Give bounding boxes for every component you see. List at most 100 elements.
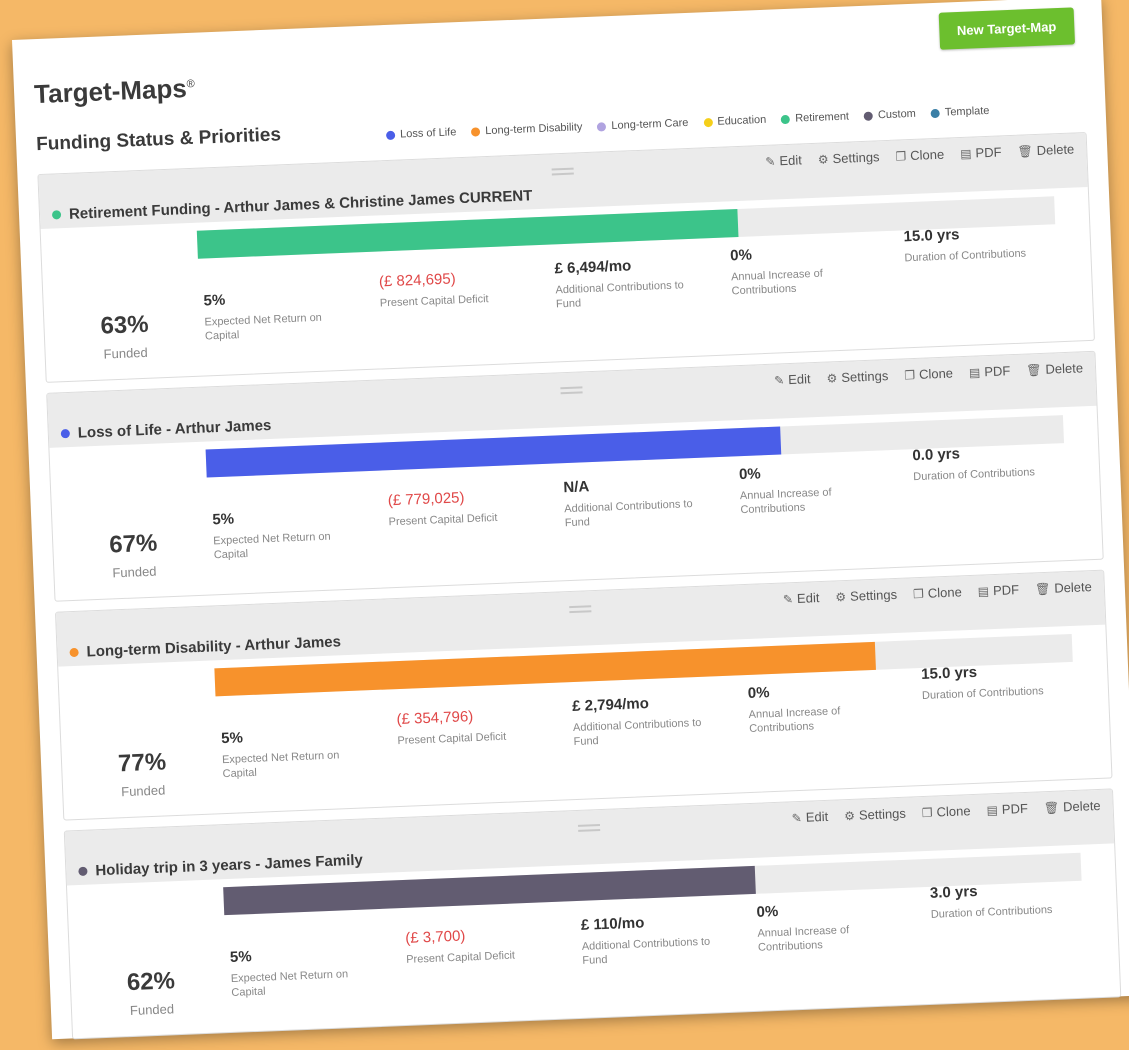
stat-label: Expected Net Return on Capital [204, 311, 323, 343]
clone-icon: ❐ [912, 586, 925, 601]
pdf-label: PDF [992, 582, 1020, 599]
edit-icon: ✎ [765, 153, 776, 169]
clone-button[interactable]: ❐ Clone [922, 803, 971, 820]
card-actions: ✎ Edit ⚙ Settings ❐ Clone ▤ PDF 🗑 Delete [783, 579, 1092, 606]
clone-label: Clone [909, 146, 945, 164]
stat-return: 5% Expected Net Return on Capital [203, 287, 355, 344]
delete-button[interactable]: 🗑 Delete [1035, 579, 1092, 596]
stat-contributions: £ 6,494/mo Additional Contributions to Fu… [554, 254, 706, 311]
card-title[interactable]: Retirement Funding - Arthur James & Chri… [51, 187, 533, 223]
stat-value: 5% [203, 291, 226, 310]
legend-dot-icon [597, 121, 607, 132]
settings-button[interactable]: ⚙ Settings [835, 587, 897, 604]
gear-icon: ⚙ [826, 370, 838, 386]
edit-button[interactable]: ✎ Edit [791, 809, 828, 825]
stat-deficit: (£ 779,025) Present Capital Deficit [387, 486, 538, 529]
delete-button[interactable]: 🗑 Delete [1026, 360, 1083, 377]
pdf-button[interactable]: ▤ PDF [960, 144, 1002, 161]
stat-label: Duration of Contributions [913, 466, 1036, 484]
card-title[interactable]: Loss of Life - Arthur James [60, 416, 272, 442]
clone-label: Clone [918, 365, 954, 382]
section-title: Funding Status & Priorities [35, 124, 282, 156]
stat-label: Additional Contributions to Fund [564, 498, 693, 530]
pdf-button[interactable]: ▤ PDF [986, 801, 1028, 818]
category-dot-icon [60, 428, 71, 439]
funded-label: Funded [103, 344, 148, 362]
stat-duration: 15.0 yrs Duration of Contributions [921, 660, 1072, 703]
card-title[interactable]: Holiday trip in 3 years - James Family [78, 852, 363, 880]
stat-value: 0% [738, 465, 762, 484]
card-title-text: Holiday trip in 3 years - James Family [95, 851, 364, 880]
target-map-card: ✎ Edit ⚙ Settings ❐ Clone ▤ PDF 🗑 Delete Long-ter… [54, 569, 1113, 821]
settings-button[interactable]: ⚙ Settings [844, 806, 906, 823]
delete-label: Delete [1045, 360, 1084, 377]
stat-value: N/A [563, 478, 590, 497]
edit-label: Edit [779, 152, 803, 169]
stat-value: 0% [756, 902, 779, 921]
edit-button[interactable]: ✎ Edit [783, 590, 820, 606]
legend-item: Retirement [781, 110, 849, 125]
card-title[interactable]: Long-term Disability - Arthur James [69, 633, 341, 661]
drag-handle-icon[interactable] [577, 824, 601, 832]
edit-icon: ✎ [791, 810, 803, 825]
delete-button[interactable]: 🗑 Delete [1017, 141, 1074, 158]
settings-label: Settings [832, 149, 880, 167]
delete-button[interactable]: 🗑 Delete [1044, 798, 1101, 815]
stat-value: 5% [229, 948, 253, 966]
stat-label: Duration of Contributions [904, 247, 1027, 265]
delete-label: Delete [1053, 579, 1093, 596]
legend-label: Retirement [794, 110, 850, 125]
drag-handle-icon[interactable] [569, 605, 592, 614]
funded-label: Funded [129, 1001, 175, 1019]
stat-label: Duration of Contributions [921, 685, 1044, 703]
stat-label: Annual Increase of Contributions [739, 486, 832, 517]
pdf-button[interactable]: ▤ PDF [977, 582, 1019, 599]
legend-item: Custom [863, 107, 917, 122]
stat-increase: 0% Annual Increase of Contributions [739, 460, 891, 517]
legend-dot-icon [471, 126, 481, 137]
delete-label: Delete [1036, 141, 1075, 158]
legend-item: Long-term Disability [471, 121, 583, 137]
stat-label: Present Capital Deficit [397, 730, 507, 748]
pdf-icon: ▤ [968, 364, 981, 380]
funded-percent: 77% Funded [102, 748, 184, 800]
drag-handle-icon[interactable] [560, 386, 583, 395]
funded-percent: 67% Funded [93, 529, 175, 581]
stat-deficit: (£ 3,700) Present Capital Deficit [405, 924, 556, 967]
stat-label: Expected Net Return on Capital [213, 530, 331, 562]
trash-icon: 🗑 [1034, 581, 1051, 596]
clone-icon: ❐ [903, 367, 916, 382]
legend-dot-icon [930, 108, 941, 118]
drag-handle-icon[interactable] [551, 167, 574, 176]
card-title-text: Loss of Life - Arthur James [77, 416, 272, 442]
clone-button[interactable]: ❐ Clone [895, 147, 944, 164]
clone-button[interactable]: ❐ Clone [904, 366, 953, 383]
stat-value: £ 2,794/mo [571, 694, 650, 716]
new-target-map-button[interactable]: New Target-Map [938, 7, 1076, 50]
funded-percent: 63% Funded [84, 310, 166, 362]
stat-contributions: £ 2,794/mo Additional Contributions to Fu… [572, 692, 724, 749]
card-actions: ✎ Edit ⚙ Settings ❐ Clone ▤ PDF 🗑 Delete [765, 141, 1074, 168]
stat-increase: 0% Annual Increase of Contributions [747, 679, 899, 736]
clone-icon: ❐ [921, 805, 933, 820]
edit-button[interactable]: ✎ Edit [774, 371, 811, 387]
stat-value: (£ 3,700) [405, 927, 466, 947]
legend-label: Custom [877, 107, 917, 122]
settings-button[interactable]: ⚙ Settings [817, 149, 880, 167]
funded-value: 77% [117, 748, 167, 778]
stat-label: Annual Increase of Contributions [730, 267, 824, 298]
funded-label: Funded [120, 782, 166, 800]
stat-duration: 15.0 yrs Duration of Contributions [903, 222, 1054, 265]
settings-button[interactable]: ⚙ Settings [826, 368, 888, 385]
pdf-label: PDF [1001, 800, 1029, 817]
page-title-text: Target-Maps [33, 73, 188, 110]
pdf-button[interactable]: ▤ PDF [969, 363, 1011, 380]
pdf-label: PDF [975, 144, 1002, 161]
legend-label: Loss of Life [399, 126, 457, 141]
stat-label: Present Capital Deficit [379, 293, 489, 310]
clone-button[interactable]: ❐ Clone [913, 584, 962, 601]
registered-mark: ® [186, 78, 195, 91]
legend-dot-icon [703, 117, 713, 127]
stat-label: Annual Increase of Contributions [748, 705, 841, 735]
edit-button[interactable]: ✎ Edit [765, 152, 802, 168]
